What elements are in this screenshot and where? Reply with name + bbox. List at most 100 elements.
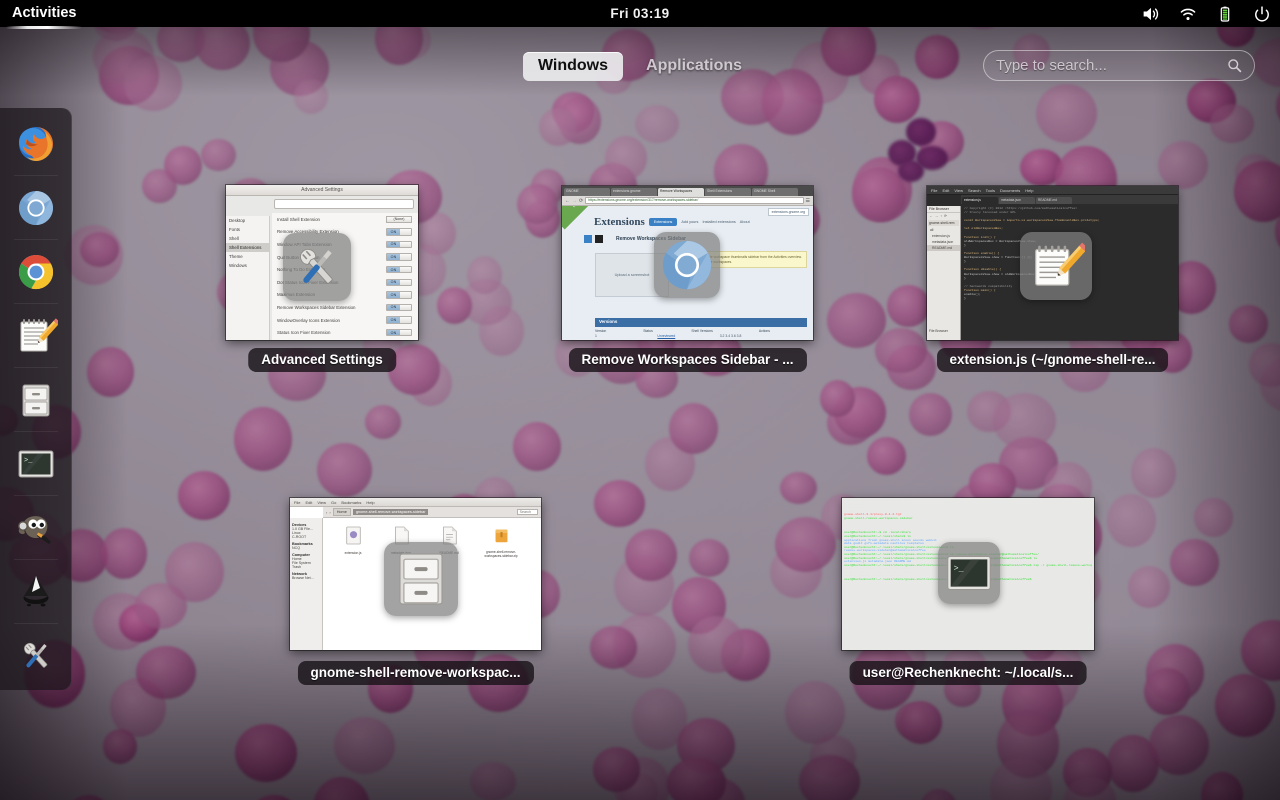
table-row[interactable]: Status Icon Fixer Extension ON xyxy=(272,326,418,339)
toggle-switch[interactable]: ON xyxy=(386,240,412,249)
window-frame[interactable]: File Edit View Go Bookmarks Help ‹ › Hom… xyxy=(290,498,541,650)
menu-search[interactable]: Search xyxy=(968,188,981,193)
power-icon[interactable] xyxy=(1252,5,1272,23)
file-item[interactable]: extension.js xyxy=(335,526,371,650)
window-clone-terminal[interactable]: unbuntu-nautilus-cleanup-laptop.gif fresh… xyxy=(842,498,1094,685)
browser-tab[interactable]: GNOME xyxy=(564,188,610,196)
nav-installed[interactable]: Installed extensions xyxy=(702,220,735,224)
window-title-label[interactable]: Advanced Settings xyxy=(248,348,396,372)
cell-status[interactable]: Unreviewed xyxy=(657,334,719,338)
settings-search-field[interactable] xyxy=(274,199,414,209)
battery-icon[interactable] xyxy=(1215,5,1235,23)
window-frame[interactable]: Advanced Settings Desktop Fonts Shell Sh… xyxy=(226,185,418,340)
window-title-label[interactable]: user@Rechenknecht: ~/.local/s... xyxy=(849,661,1087,685)
dock-item-chrome[interactable] xyxy=(0,240,72,304)
nav-add-yours[interactable]: Add yours xyxy=(681,220,698,224)
sidebar-item-desktop[interactable]: Desktop xyxy=(226,216,269,225)
file-item[interactable]: gnome-shell-remove-workspaces-sidebar.zi… xyxy=(479,526,523,650)
refresh-icon[interactable]: ⟳ xyxy=(944,214,947,218)
place-item[interactable]: Trash xyxy=(292,565,320,569)
place-item[interactable]: C-ROOT xyxy=(292,535,320,539)
volume-icon[interactable] xyxy=(1141,5,1161,23)
file-tree-item-selected[interactable]: README.md xyxy=(927,245,960,251)
tab-applications[interactable]: Applications xyxy=(631,52,757,81)
editor-tab[interactable]: README.md xyxy=(1036,196,1072,204)
toggle-switch[interactable]: ON xyxy=(386,278,412,287)
menu-help[interactable]: Help xyxy=(1025,188,1033,193)
activities-button[interactable]: Activities xyxy=(0,0,88,29)
menu-icon[interactable]: ☰ xyxy=(806,198,810,204)
sidebar-item-shell-extensions[interactable]: Shell Extensions xyxy=(226,243,269,252)
window-frame[interactable]: File Edit View Search Tools Documents He… xyxy=(927,186,1178,340)
dock-item-terminal[interactable]: >_ xyxy=(0,432,72,496)
back-icon[interactable]: ← xyxy=(565,198,570,204)
dock-item-gedit[interactable] xyxy=(0,304,72,368)
sidebar-item-theme[interactable]: Theme xyxy=(226,252,269,261)
clock[interactable]: Fri 03:19 xyxy=(0,6,1280,21)
menu-file[interactable]: File xyxy=(294,500,300,505)
toggle-switch[interactable]: ON xyxy=(386,303,412,312)
back-icon[interactable]: ← xyxy=(929,214,933,218)
dock-item-files[interactable] xyxy=(0,368,72,432)
browser-tab[interactable]: Shell Extensions xyxy=(705,188,751,196)
dock-item-tweaktool[interactable] xyxy=(0,624,72,688)
window-clone-advanced-settings[interactable]: Advanced Settings Desktop Fonts Shell Sh… xyxy=(226,185,418,372)
editor-tab-active[interactable]: extension.js xyxy=(962,196,998,204)
site-chip[interactable]: extensions.gnome.org xyxy=(767,208,809,216)
sidebar-item-shell[interactable]: Shell xyxy=(226,234,269,243)
menu-bookmarks[interactable]: Bookmarks xyxy=(341,500,361,505)
browser-tab[interactable]: extensions.gnome xyxy=(611,188,657,196)
menu-edit[interactable]: Edit xyxy=(305,500,312,505)
menu-edit[interactable]: Edit xyxy=(942,188,949,193)
breadcrumb-current[interactable]: gnome-shell-remove-workspaces-sidebar xyxy=(352,509,429,515)
section-versions[interactable]: Versions xyxy=(595,318,807,327)
up-icon[interactable]: ↑ xyxy=(940,214,942,218)
browser-tab-active[interactable]: Remove Workspaces xyxy=(658,188,704,196)
breadcrumb-home[interactable]: Home xyxy=(332,508,351,516)
reload-icon[interactable]: ⟳ xyxy=(579,198,583,204)
menu-help[interactable]: Help xyxy=(366,500,374,505)
forward-icon[interactable]: → xyxy=(935,214,939,218)
window-clone-nautilus[interactable]: File Edit View Go Bookmarks Help ‹ › Hom… xyxy=(290,498,541,685)
dock-item-gimp[interactable] xyxy=(0,496,72,560)
place-item[interactable]: NCQ xyxy=(292,546,320,550)
path-combo[interactable]: gnome-shell-rem xyxy=(928,220,959,226)
nav-about[interactable]: About xyxy=(740,220,750,224)
place-item[interactable]: Browse Net... xyxy=(292,576,320,580)
toggle-switch[interactable]: ON xyxy=(386,291,412,299)
search-icon[interactable] xyxy=(1227,58,1242,73)
sidebar-item-fonts[interactable]: Fonts xyxy=(226,225,269,234)
editor-tab[interactable]: metadata.json xyxy=(999,196,1035,204)
window-title-label[interactable]: gnome-shell-remove-workspac... xyxy=(297,661,534,685)
dock-item-chromium[interactable] xyxy=(0,176,72,240)
toggle-switch[interactable]: ON xyxy=(386,253,412,261)
dock-item-firefox[interactable] xyxy=(0,112,72,176)
toggle-off-chip[interactable] xyxy=(595,235,603,243)
menu-documents[interactable]: Documents xyxy=(1000,188,1020,193)
tab-windows[interactable]: Windows xyxy=(522,52,624,81)
window-frame[interactable]: GNOME extensions.gnome Remove Workspaces… xyxy=(562,186,813,340)
menu-view[interactable]: View xyxy=(954,188,963,193)
forward-icon[interactable]: › xyxy=(329,510,330,515)
menu-view[interactable]: View xyxy=(317,500,326,505)
menu-go[interactable]: Go xyxy=(331,500,336,505)
window-clone-chromium[interactable]: GNOME extensions.gnome Remove Workspaces… xyxy=(562,186,813,372)
browser-tab[interactable]: GNOME Shell xyxy=(752,188,798,196)
search-input[interactable] xyxy=(996,57,1227,74)
table-row[interactable]: Install Shell Extension (None) xyxy=(272,213,418,226)
back-icon[interactable]: ‹ xyxy=(326,510,327,515)
sidebar-item-windows[interactable]: Windows xyxy=(226,261,269,270)
toggle-switch[interactable]: ON xyxy=(386,328,412,337)
window-title-label[interactable]: extension.js (~/gnome-shell-re... xyxy=(936,348,1169,372)
menu-file[interactable]: File xyxy=(931,188,937,193)
toggle-on-chip[interactable] xyxy=(584,235,592,243)
address-bar[interactable]: https://extensions.gnome.org/extension/3… xyxy=(585,197,804,204)
table-row[interactable]: Remove Workspaces Sidebar Extension ON xyxy=(272,301,418,314)
search-box[interactable] xyxy=(983,50,1255,81)
window-clone-gedit[interactable]: File Edit View Search Tools Documents He… xyxy=(927,186,1178,372)
menu-tools[interactable]: Tools xyxy=(986,188,995,193)
toggle-switch[interactable]: ON xyxy=(386,228,412,236)
search-field[interactable]: Search xyxy=(516,509,538,515)
forward-icon[interactable]: → xyxy=(572,198,577,204)
toggle-switch[interactable]: ON xyxy=(386,316,412,324)
